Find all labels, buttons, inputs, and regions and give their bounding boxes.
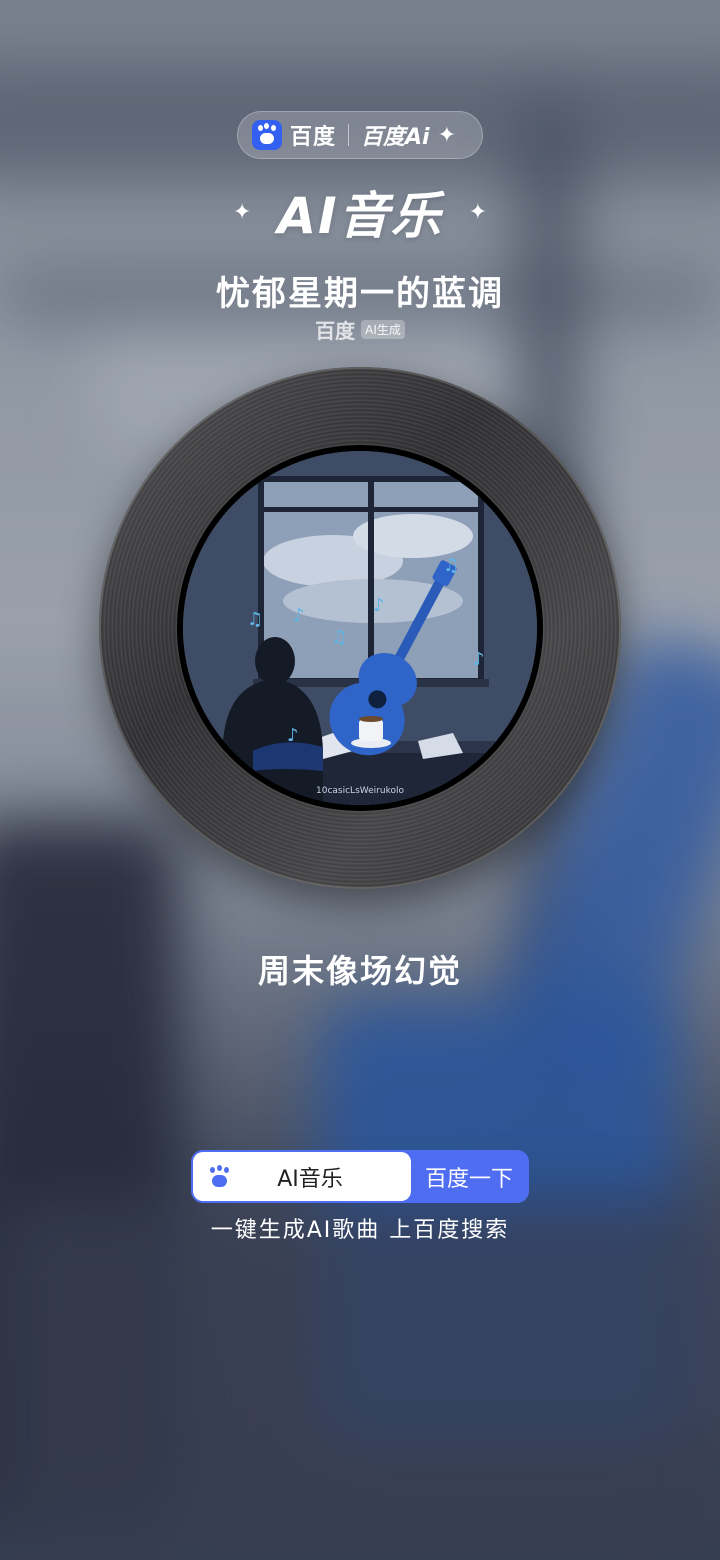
ai-sparkle-icon: ✦ (437, 122, 457, 148)
ai-generated-badge: AI生成 (361, 320, 405, 339)
svg-text:♫: ♫ (443, 555, 459, 576)
baidu-paw-icon (205, 1163, 233, 1191)
search-input-field[interactable]: AI音乐 (193, 1152, 411, 1201)
svg-text:♪: ♪ (287, 725, 299, 746)
cover-signature: 10casicLsWeirukolo (316, 786, 404, 796)
song-title: 忧郁星期一的蓝调 (216, 274, 504, 314)
search-button[interactable]: 百度一下 (411, 1152, 527, 1201)
search-box[interactable]: AI音乐 百度一下 (191, 1150, 529, 1203)
brand-header: 百度 百度Ai ✦ (237, 111, 483, 159)
source-brand: 百度 (315, 319, 356, 343)
cover-illustration: ♪ ♫ ♪ ♪ ♫ ♪ ♫ 10casicLsWeirukolo (183, 451, 537, 805)
svg-text:♪: ♪ (473, 649, 485, 670)
brand-name: 百度 (290, 125, 337, 150)
title-row: ✦ AI音乐 ✦ (0, 180, 720, 245)
source-row: 百度 AI生成 (0, 315, 720, 344)
svg-text:♫: ♫ (331, 627, 347, 648)
svg-text:♫: ♫ (247, 609, 263, 630)
sparkle-left-icon: ✦ (232, 199, 252, 225)
brand-ai-name: 百度Ai (361, 125, 430, 150)
sparkle-right-icon: ✦ (468, 199, 488, 225)
brand-divider (348, 124, 350, 146)
vinyl-record[interactable]: ♪ ♫ ♪ ♪ ♫ ♪ ♫ 10casicLsWeirukolo (99, 367, 621, 889)
album-cover: ♪ ♫ ♪ ♪ ♫ ♪ ♫ 10casicLsWeirukolo (183, 451, 537, 805)
baidu-paw-icon (252, 120, 282, 150)
search-input[interactable]: AI音乐 (233, 1161, 387, 1193)
svg-text:♪: ♪ (293, 605, 305, 626)
page-title: AI音乐 (277, 187, 443, 245)
tagline: 一键生成AI歌曲 上百度搜索 (210, 1218, 510, 1243)
svg-text:♪: ♪ (373, 595, 385, 616)
lyric-line: 周末像场幻觉 (257, 952, 462, 990)
